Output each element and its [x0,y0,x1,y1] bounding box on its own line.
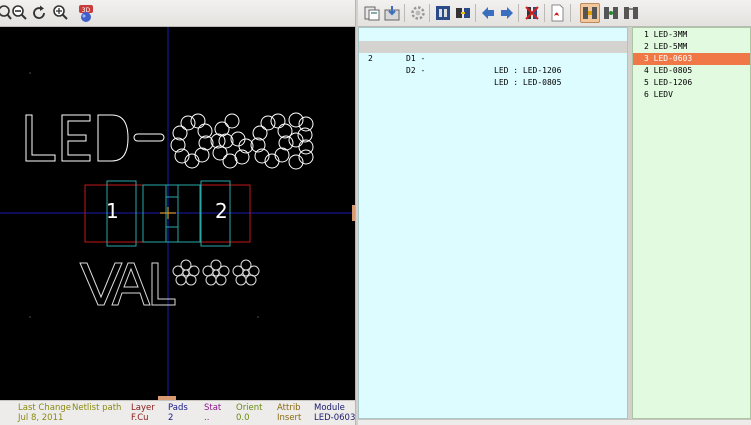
status-header: Last Change [18,403,71,413]
component-value: LED : LED-0805 [494,78,562,87]
status-header: Layer [131,403,155,413]
status-stat: Stat .. [204,403,221,423]
redraw-icon[interactable] [29,3,49,23]
status-value: .. [204,413,210,423]
status-header: Orient [236,403,263,413]
status-header: Pads [168,403,188,413]
bottom-status-strip [358,419,751,425]
filter-by-library-icon[interactable] [621,3,641,23]
status-header: Netlist path [72,403,122,413]
status-attrib: Attrib Insert [277,403,301,423]
main-toolbar [358,0,751,27]
component-list[interactable]: 1 D1 - LED : LED-1206 2 D2 - LED : LED-0… [358,27,628,419]
delete-associations-icon[interactable] [522,3,542,23]
status-value: F.Cu [131,413,149,423]
value-text-outline [79,259,260,306]
toolbar-separator [404,4,405,22]
status-pads: Pads 2 [168,403,188,423]
component-row-selected[interactable]: 2 D2 - LED : LED-0805 [359,41,627,87]
status-header: Attrib [277,403,301,413]
footprint-viewer-pane: 3D 1 2 Last Change Jul 8, 2011 Netlist p… [0,0,355,425]
3d-view-icon[interactable]: 3D [76,3,96,23]
component-number: 2 [368,54,373,63]
component-reference: D1 - [406,54,426,63]
component-row[interactable]: 1 D1 - LED : LED-1206 [359,29,627,75]
status-module: Module LED-0603 [314,403,355,423]
footprint-item[interactable]: 5 LED-1206 [633,77,750,89]
footprint-item[interactable]: 6 LEDV [633,89,750,101]
toolbar-separator [518,4,519,22]
toolbar-separator [429,4,430,22]
filter-by-pin-count-icon[interactable] [601,3,621,23]
toolbar-separator [475,4,476,22]
footprint-item[interactable]: 4 LED-0805 [633,65,750,77]
status-header: Module [314,403,345,413]
view-footprint-icon[interactable] [433,3,453,23]
status-orient: Orient 0.0 [236,403,263,423]
status-last-change: Last Change Jul 8, 2011 [18,403,71,423]
pad-number-1: 1 [106,199,119,223]
cvpcb-window: 3D 1 2 Last Change Jul 8, 2011 Netlist p… [0,0,751,425]
footprint-item[interactable]: 1 LED-3MM [633,29,750,41]
assign-footprints-icon[interactable] [453,3,473,23]
component-value: LED : LED-1206 [494,66,562,75]
next-icon[interactable] [497,3,517,23]
filter-by-keywords-icon[interactable] [580,3,600,23]
footprint-item-selected[interactable]: 3 LED-0603 [633,53,750,65]
viewer-toolbar: 3D [0,0,355,27]
status-bar: Last Change Jul 8, 2011 Netlist path Lay… [0,400,355,425]
status-header: Stat [204,403,222,413]
status-netlist-path: Netlist path [72,403,121,413]
status-value: 2 [168,413,174,423]
footprint-canvas[interactable]: 1 2 [0,27,355,400]
reference-text-outline [25,112,314,170]
reference-glyph-circles [170,112,314,170]
status-value: LED-0603 [314,413,356,423]
footprint-list[interactable]: 1 LED-3MM 2 LED-5MM 3 LED-0603 4 LED-080… [632,27,751,419]
status-value: Jul 8, 2011 [18,413,64,423]
status-value: 0.0 [236,413,250,423]
previous-icon[interactable] [478,3,498,23]
footprint-item[interactable]: 2 LED-5MM [633,41,750,53]
status-layer: Layer F.Cu [131,403,155,423]
zoom-area-icon[interactable] [50,3,70,23]
component-reference: D2 - [406,66,426,75]
save-netlist-icon[interactable] [382,3,402,23]
pad-number-2: 2 [215,199,228,223]
grid-dots [29,72,259,318]
toolbar-separator [570,4,571,22]
pdf-doc-icon[interactable] [547,3,567,23]
library-browser-icon[interactable] [362,3,382,23]
asterisk-glyphs [172,259,260,286]
status-value: Insert [277,413,302,423]
zoom-out-icon[interactable] [9,3,29,23]
settings-icon[interactable] [408,3,428,23]
toolbar-separator [544,4,545,22]
